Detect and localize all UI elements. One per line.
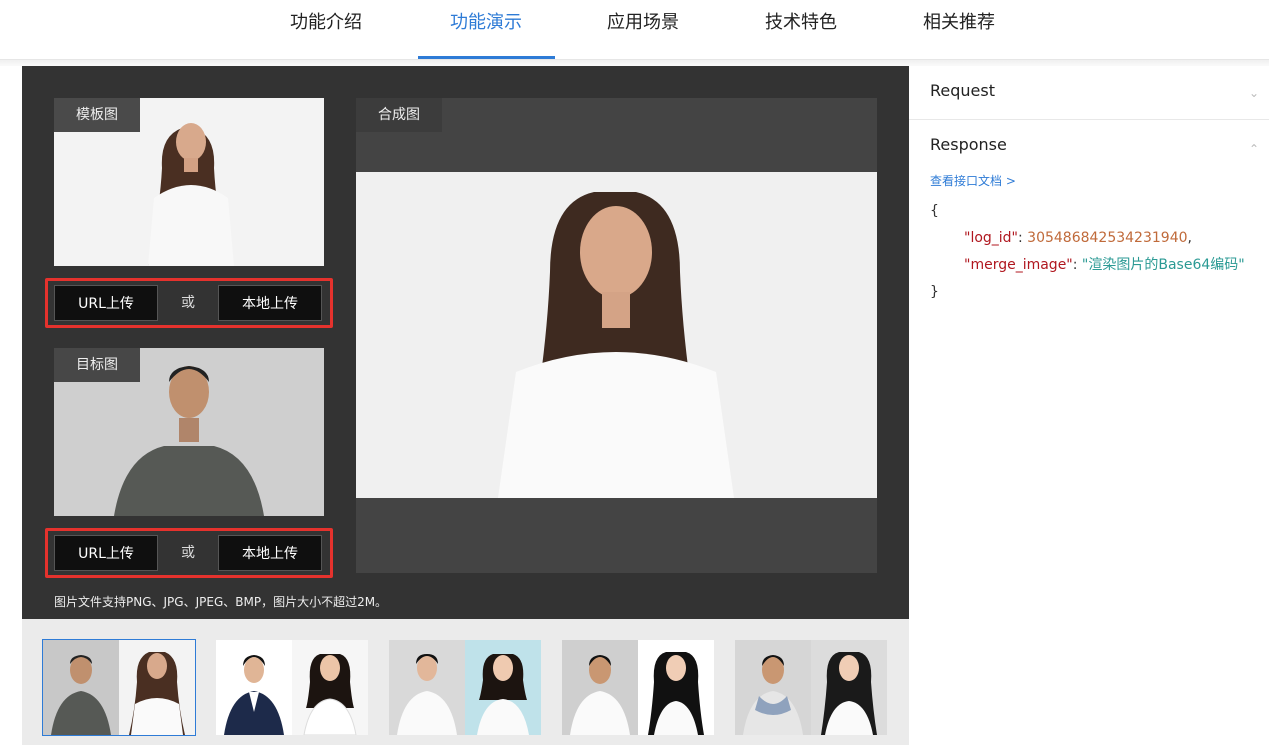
chevron-down-icon: ⌄: [1248, 86, 1259, 100]
response-json: { "log_id": 305486842534231940, "merge_i…: [930, 198, 1245, 306]
response-title: Response: [930, 135, 1007, 154]
top-nav: 功能介绍 功能演示 应用场景 技术特色 相关推荐: [0, 0, 1269, 60]
target-image: 目标图: [54, 348, 324, 516]
api-doc-link[interactable]: 查看接口文档 >: [930, 172, 1016, 189]
template-local-upload-button[interactable]: 本地上传: [218, 285, 322, 321]
tab-demo[interactable]: 功能演示: [450, 10, 522, 36]
sample-strip: [22, 619, 909, 745]
sample-5-target: [735, 640, 811, 735]
json-value-merge-image: "渲染图片的Base64编码": [1081, 257, 1245, 273]
target-upload-group: URL上传 或 本地上传: [45, 528, 333, 578]
json-open-brace: {: [930, 203, 939, 219]
json-line-merge-image: "merge_image": "渲染图片的Base64编码": [964, 257, 1245, 273]
chevron-up-icon: ⌃: [1248, 142, 1259, 156]
json-close-brace: }: [930, 284, 939, 300]
active-tab-underline: [418, 56, 555, 59]
target-or-text: 或: [181, 545, 195, 561]
request-accordion[interactable]: Request ⌄: [909, 66, 1269, 120]
json-line-log-id: "log_id": 305486842534231940,: [964, 230, 1192, 246]
demo-panel: 模板图 URL上传 或 本地上传 目标图 URL上传 或 本地上传 合成图 图片…: [22, 66, 909, 619]
result-area: 合成图: [356, 98, 877, 573]
sample-3-target: [389, 640, 465, 735]
template-label: 模板图: [54, 98, 140, 132]
sample-4-template: [638, 640, 714, 735]
target-local-upload-button[interactable]: 本地上传: [218, 535, 322, 571]
json-key-merge-image: "merge_image": [964, 257, 1073, 273]
sample-2-target: [216, 640, 292, 735]
sample-pair-1[interactable]: [42, 639, 196, 736]
request-title: Request: [930, 81, 995, 100]
tab-intro[interactable]: 功能介绍: [290, 10, 362, 36]
upload-note: 图片文件支持PNG、JPG、JPEG、BMP，图片大小不超过2M。: [54, 595, 388, 609]
sample-pair-4[interactable]: [562, 640, 714, 735]
template-url-upload-button[interactable]: URL上传: [54, 285, 158, 321]
sample-pair-2[interactable]: [216, 640, 368, 735]
template-upload-group: URL上传 或 本地上传: [45, 278, 333, 328]
sample-2-template: [292, 640, 368, 735]
sample-pair-3[interactable]: [389, 640, 541, 735]
sample-3-template: [465, 640, 541, 735]
sample-1-template: [119, 640, 195, 735]
target-label: 目标图: [54, 348, 140, 382]
api-panel: Request ⌄ Response ⌃ 查看接口文档 > { "log_id"…: [909, 66, 1269, 745]
response-accordion[interactable]: Response ⌃: [909, 120, 1269, 174]
tab-scenarios[interactable]: 应用场景: [607, 10, 679, 36]
sample-pair-5[interactable]: [735, 640, 887, 735]
template-image: 模板图: [54, 98, 324, 266]
sample-5-template: [811, 640, 887, 735]
result-image: [356, 172, 877, 498]
tab-tech[interactable]: 技术特色: [765, 10, 837, 36]
result-photo: [356, 172, 877, 498]
tab-related[interactable]: 相关推荐: [923, 10, 995, 36]
target-url-upload-button[interactable]: URL上传: [54, 535, 158, 571]
result-label: 合成图: [356, 98, 442, 132]
sample-1-target: [43, 640, 119, 735]
json-key-log-id: "log_id": [964, 230, 1018, 246]
sample-4-target: [562, 640, 638, 735]
template-or-text: 或: [181, 295, 195, 311]
json-value-log-id: 305486842534231940: [1027, 230, 1188, 246]
